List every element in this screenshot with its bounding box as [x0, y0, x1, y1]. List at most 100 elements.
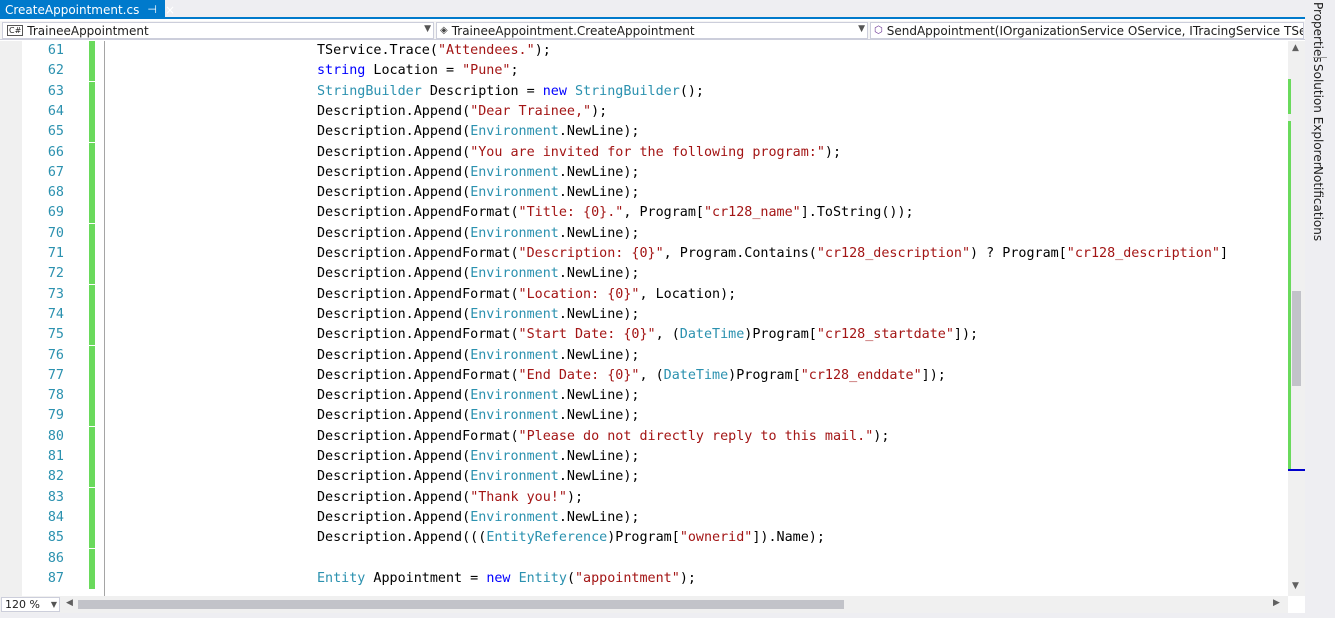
code-token: "Dear Trainee,": [470, 103, 592, 119]
code-token: Environment: [470, 124, 559, 140]
change-marker: [89, 345, 95, 366]
code-token: StringBuilder: [317, 83, 422, 99]
scroll-down-icon[interactable]: ▼: [1292, 581, 1299, 591]
code-line[interactable]: 76 Description.Append(Environment.NewLine…: [0, 345, 1288, 366]
code-line[interactable]: 75 Description.AppendFormat("Start Date: …: [0, 325, 1288, 346]
code-token: Description.AppendFormat(: [317, 286, 519, 302]
code-line[interactable]: 74 Description.Append(Environment.NewLine…: [0, 304, 1288, 325]
code-line[interactable]: 66 Description.Append("You are invited fo…: [0, 142, 1288, 163]
code-text: TService.Trace("Attendees.");: [317, 41, 551, 61]
code-token: .NewLine);: [558, 306, 640, 322]
code-line[interactable]: 84 Description.Append(Environment.NewLine…: [0, 507, 1288, 528]
pin-icon[interactable]: ⊣: [147, 3, 157, 16]
code-line[interactable]: 73 Description.AppendFormat("Location: {0…: [0, 284, 1288, 305]
code-token: Description.Append(: [317, 124, 471, 140]
code-token: ]);: [953, 327, 979, 343]
tab-createappointment[interactable]: CreateAppointment.cs ⊣ ×: [0, 0, 175, 19]
code-line[interactable]: 86: [0, 548, 1288, 569]
code-token: "Thank you!": [470, 489, 567, 505]
line-number: 84: [47, 509, 64, 525]
zoom-dropdown[interactable]: 120 % ▼: [1, 597, 60, 612]
vertical-scroll-thumb[interactable]: [1292, 291, 1301, 386]
change-marker: [89, 284, 95, 305]
line-number: 79: [47, 408, 64, 424]
line-number: 75: [47, 327, 64, 343]
code-line[interactable]: 63 StringBuilder Description = new String…: [0, 81, 1288, 102]
code-line[interactable]: 82 Description.Append(Environment.NewLine…: [0, 467, 1288, 488]
code-text: Description.Append(Environment.NewLine);: [317, 386, 640, 406]
code-token: "appointment": [575, 570, 680, 586]
code-line[interactable]: 83 Description.Append("Thank you!");: [0, 487, 1288, 508]
code-token: Entity: [317, 570, 366, 586]
code-text: Description.Append(Environment.NewLine);: [317, 447, 640, 467]
side-tab-solution-explorer[interactable]: Solution Explorer: [1311, 64, 1325, 167]
close-icon[interactable]: ×: [165, 3, 175, 17]
code-token: .NewLine);: [558, 347, 640, 363]
code-editor[interactable]: 61 TService.Trace("Attendees."); 62 string …: [0, 41, 1288, 596]
change-marker: [89, 203, 95, 224]
code-text: Entity Appointment = new Entity("appoint…: [317, 569, 696, 589]
code-line[interactable]: 80 Description.AppendFormat("Please do no…: [0, 426, 1288, 447]
scroll-up-icon[interactable]: ▲: [1292, 43, 1299, 53]
change-marker: [89, 487, 95, 508]
code-token: Environment: [470, 266, 559, 282]
code-token: Description.Append(: [317, 388, 471, 404]
code-line[interactable]: 79 Description.Append(Environment.NewLine…: [0, 406, 1288, 427]
type-dropdown[interactable]: ◈ TraineeAppointment.CreateAppointment ▼: [436, 22, 868, 39]
code-line[interactable]: 77 Description.AppendFormat("End Date: {0…: [0, 365, 1288, 386]
code-line[interactable]: 71 Description.AppendFormat("Description:…: [0, 244, 1288, 264]
line-number: 74: [47, 306, 64, 322]
code-line[interactable]: 81 Description.Append(Environment.NewLine…: [0, 447, 1288, 467]
code-token: Environment: [470, 449, 559, 464]
code-token: "Pune": [462, 63, 511, 79]
code-token: Description.Append(: [317, 144, 471, 160]
code-line[interactable]: 68 Description.Append(Environment.NewLine…: [0, 183, 1288, 204]
code-line[interactable]: 78 Description.Append(Environment.NewLine…: [0, 386, 1288, 407]
code-token: .NewLine);: [558, 185, 640, 201]
code-token: Environment: [470, 347, 559, 363]
code-token: , Location);: [639, 286, 737, 302]
tab-title: CreateAppointment.cs: [5, 2, 140, 17]
code-line[interactable]: 72 Description.Append(Environment.NewLine…: [0, 264, 1288, 285]
line-number: 82: [47, 469, 64, 485]
code-line[interactable]: 61 TService.Trace("Attendees.");: [0, 41, 1288, 61]
code-line[interactable]: 87 Entity Appointment = new Entity("appoi…: [0, 568, 1288, 589]
side-panel-strip: Properties Solution Explorer Notificatio…: [1305, 0, 1335, 618]
side-tab-properties[interactable]: Properties: [1311, 2, 1325, 63]
code-token: );: [591, 103, 608, 119]
code-text: Description.Append(Environment.NewLine);: [317, 264, 640, 284]
code-token: .NewLine);: [558, 124, 640, 140]
code-line[interactable]: 65 Description.Append(Environment.NewLine…: [0, 122, 1288, 143]
code-token: "Title: {0}.": [518, 205, 624, 221]
member-dropdown[interactable]: ⬡ SendAppointment(IOrganizationService O…: [870, 22, 1304, 39]
vertical-scrollbar[interactable]: ▲ ▼: [1288, 41, 1305, 596]
code-line[interactable]: 70 Description.Append(Environment.NewLine…: [0, 223, 1288, 244]
scroll-right-icon[interactable]: ▶: [1273, 598, 1280, 608]
code-token: .NewLine);: [558, 449, 640, 464]
code-token: Environment: [470, 164, 559, 180]
code-token: Description.Append(: [317, 225, 471, 241]
line-number: 66: [47, 144, 64, 160]
horizontal-scroll-thumb[interactable]: [78, 600, 844, 609]
code-token: Entity: [518, 570, 567, 586]
change-marker: [89, 304, 95, 325]
side-tab-notifications[interactable]: Notifications: [1311, 166, 1325, 241]
scroll-left-icon[interactable]: ◀: [66, 598, 73, 608]
document-tab-strip: CreateAppointment.cs ⊣ ×: [0, 0, 1305, 19]
code-token: Description.Append(: [317, 185, 471, 201]
code-token: .NewLine);: [558, 266, 640, 282]
project-dropdown-value: TraineeAppointment: [27, 23, 149, 38]
code-token: Environment: [470, 388, 559, 404]
code-line[interactable]: 64 Description.Append("Dear Trainee,");: [0, 101, 1288, 122]
code-token: Description.Append(: [317, 509, 471, 525]
code-token: , Program.Contains(: [663, 246, 817, 261]
code-token: "Location: {0}": [518, 286, 640, 302]
code-line[interactable]: 85 Description.Append(((EntityReference)P…: [0, 528, 1288, 549]
code-token: );: [566, 489, 584, 505]
code-line[interactable]: 67 Description.Append(Environment.NewLine…: [0, 162, 1288, 183]
code-line[interactable]: 62 string Location = "Pune";: [0, 61, 1288, 82]
project-dropdown[interactable]: C# TraineeAppointment ▼: [2, 22, 434, 39]
code-line[interactable]: 69 Description.AppendFormat("Title: {0}."…: [0, 203, 1288, 224]
line-number: 65: [47, 124, 64, 140]
code-token: Environment: [470, 306, 559, 322]
